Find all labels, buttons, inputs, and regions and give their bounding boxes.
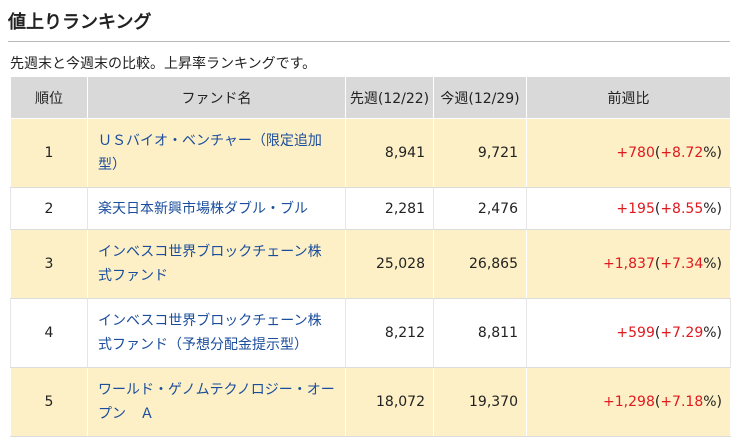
prev-week-cell: 2,281 [345, 187, 434, 230]
fund-name-cell: インベスコ世界ブロックチェーン株式ファンド [87, 229, 346, 299]
percent-suffix: %) [703, 200, 722, 217]
column-header-prev-week: 先週(12/22) [345, 76, 434, 119]
change-cell: +780(+8.72%) [526, 118, 731, 188]
page-title: 値上りランキング [8, 8, 730, 42]
this-week-cell: 9,721 [433, 118, 527, 188]
table-row: 5 ワールド・ゲノムテクノロジー・オープン Ａ 18,072 19,370 +1… [10, 367, 731, 437]
percent-suffix: %) [703, 394, 722, 410]
percent-suffix: %) [703, 145, 722, 161]
rank-cell: 3 [10, 229, 88, 299]
this-week-cell: 26,865 [433, 229, 527, 299]
rank-cell: 1 [10, 118, 88, 188]
ranking-table: 順位 ファンド名 先週(12/22) 今週(12/29) 前週比 1 ＵＳバイオ… [10, 76, 731, 437]
rank-cell: 4 [10, 298, 88, 368]
change-absolute: +1,837 [603, 256, 655, 272]
table-row: 4 インベスコ世界ブロックチェーン株式ファンド（予想分配金提示型） 8,212 … [10, 298, 731, 368]
fund-name-cell: 楽天日本新興市場株ダブル・ブル [87, 187, 346, 230]
prev-week-cell: 8,941 [345, 118, 434, 188]
column-header-this-week: 今週(12/29) [433, 76, 527, 119]
change-absolute: +195 [616, 200, 655, 217]
change-cell: +195(+8.55%) [526, 187, 731, 230]
change-percent: +7.34 [660, 256, 704, 272]
change-percent: +8.55 [660, 200, 704, 217]
column-header-fund: ファンド名 [87, 76, 346, 119]
change-absolute: +780 [616, 145, 655, 161]
prev-week-cell: 8,212 [345, 298, 434, 368]
change-cell: +1,298(+7.18%) [526, 367, 731, 437]
prev-week-cell: 25,028 [345, 229, 434, 299]
fund-name-cell: インベスコ世界ブロックチェーン株式ファンド（予想分配金提示型） [87, 298, 346, 368]
table-row: 3 インベスコ世界ブロックチェーン株式ファンド 25,028 26,865 +1… [10, 229, 731, 299]
change-percent: +7.18 [660, 394, 704, 410]
percent-suffix: %) [703, 256, 722, 272]
change-absolute: +1,298 [603, 394, 655, 410]
fund-link[interactable]: インベスコ世界ブロックチェーン株式ファンド（予想分配金提示型） [98, 313, 322, 353]
fund-name-cell: ＵＳバイオ・ベンチャー（限定追加型） [87, 118, 346, 188]
table-header-row: 順位 ファンド名 先週(12/22) 今週(12/29) 前週比 [10, 76, 731, 119]
column-header-change: 前週比 [526, 76, 731, 119]
rank-cell: 5 [10, 367, 88, 437]
ranking-description: 先週末と今週末の比較。上昇率ランキングです。 [10, 56, 317, 72]
this-week-cell: 8,811 [433, 298, 527, 368]
change-absolute: +599 [616, 325, 655, 341]
table-row: 2 楽天日本新興市場株ダブル・ブル 2,281 2,476 +195(+8.55… [10, 187, 731, 230]
fund-link[interactable]: ワールド・ゲノムテクノロジー・オープン Ａ [98, 382, 335, 422]
change-cell: +599(+7.29%) [526, 298, 731, 368]
column-header-rank: 順位 [10, 76, 88, 119]
table-row: 1 ＵＳバイオ・ベンチャー（限定追加型） 8,941 9,721 +780(+8… [10, 118, 731, 188]
prev-week-cell: 18,072 [345, 367, 434, 437]
this-week-cell: 2,476 [433, 187, 527, 230]
percent-suffix: %) [703, 325, 722, 341]
fund-link[interactable]: 楽天日本新興市場株ダブル・ブル [98, 201, 308, 217]
fund-link[interactable]: インベスコ世界ブロックチェーン株式ファンド [98, 244, 322, 284]
change-cell: +1,837(+7.34%) [526, 229, 731, 299]
rank-cell: 2 [10, 187, 88, 230]
change-percent: +7.29 [660, 325, 704, 341]
fund-name-cell: ワールド・ゲノムテクノロジー・オープン Ａ [87, 367, 346, 437]
this-week-cell: 19,370 [433, 367, 527, 437]
fund-link[interactable]: ＵＳバイオ・ベンチャー（限定追加型） [98, 133, 322, 173]
change-percent: +8.72 [660, 145, 704, 161]
